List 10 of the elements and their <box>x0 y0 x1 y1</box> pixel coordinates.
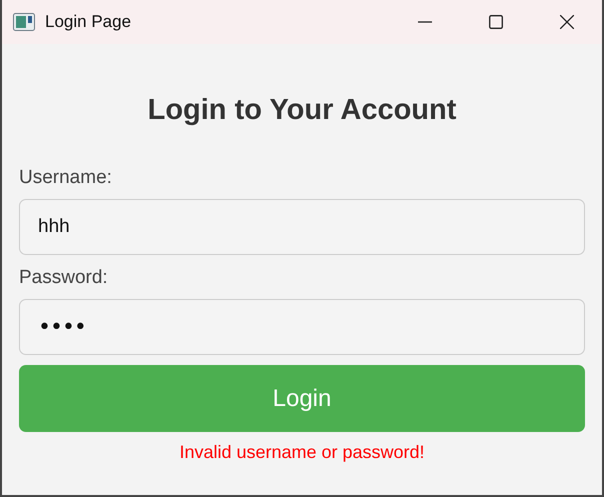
window-title: Login Page <box>45 12 132 32</box>
field-label: Username: <box>19 167 113 189</box>
close-icon[interactable] <box>560 15 574 29</box>
error-message: Invalid username or password! <box>178 442 426 463</box>
app-icon <box>13 13 35 31</box>
maximize-icon[interactable] <box>489 15 503 29</box>
password-field[interactable]: •••• <box>19 299 585 355</box>
field-label: Password: <box>19 267 109 289</box>
heading: Login to Your Account <box>146 94 458 127</box>
input-field[interactable]: hhh <box>19 199 585 255</box>
